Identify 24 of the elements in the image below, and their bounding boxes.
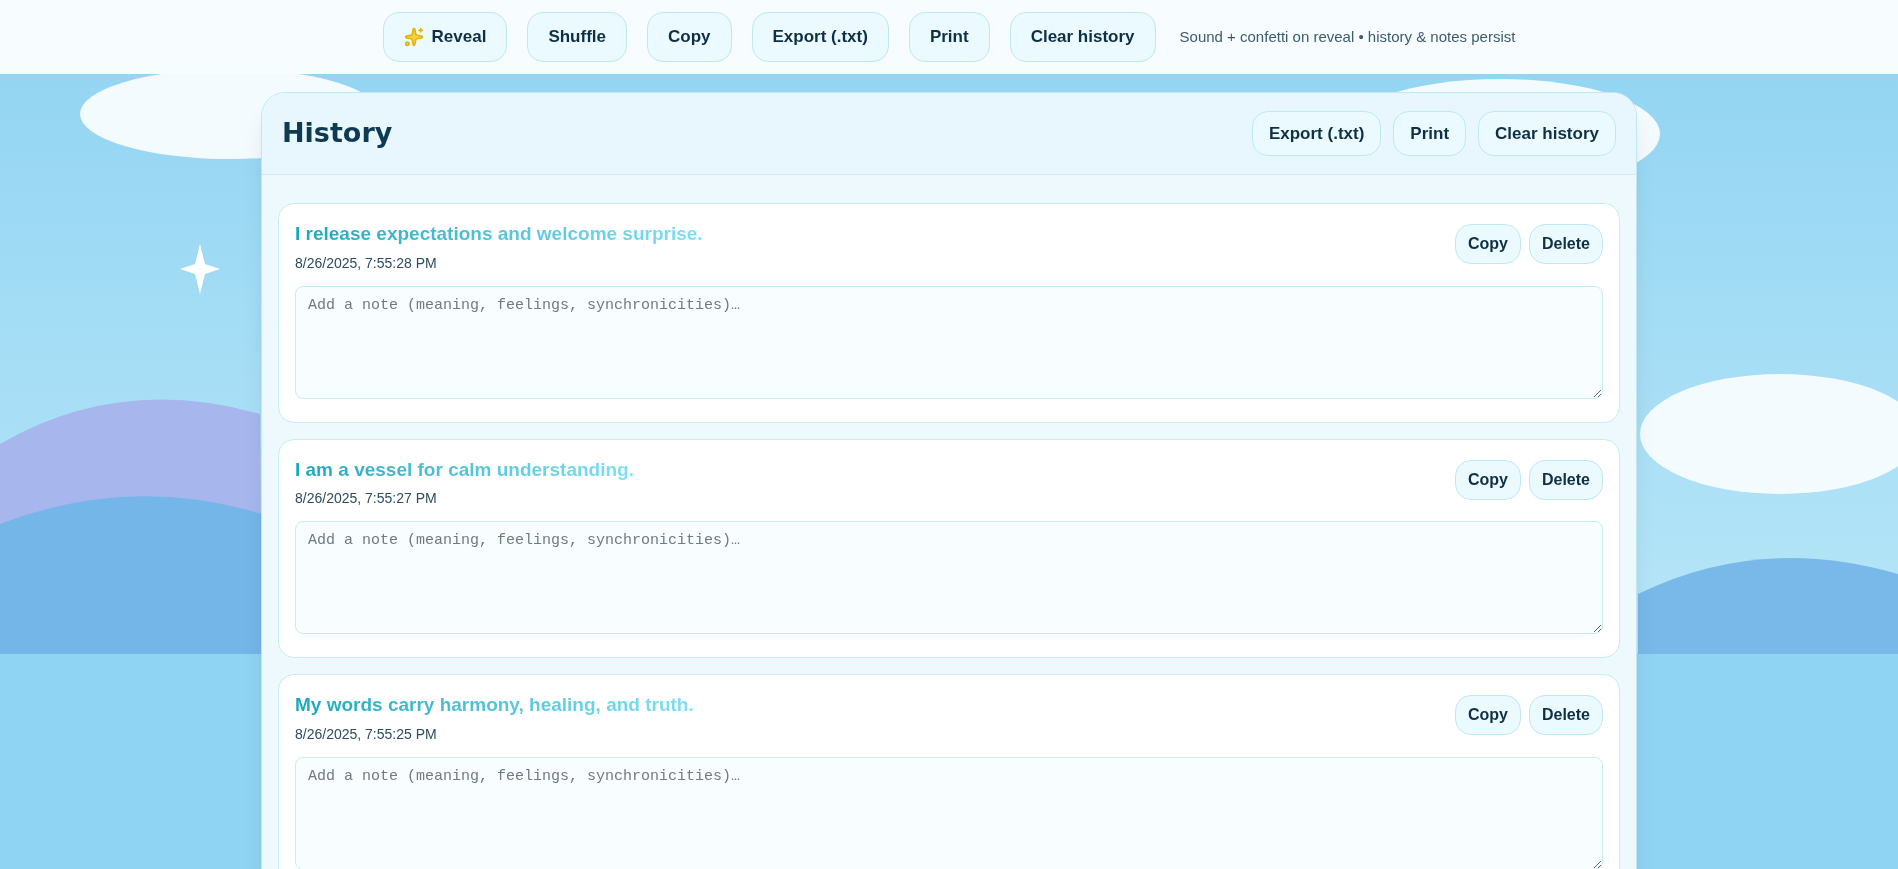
note-field[interactable]: Add a note (meaning, feelings, synchronicities)…: [295, 756, 1603, 869]
reveal-button[interactable]: Reveal: [382, 12, 508, 62]
toolbar-button[interactable]: Export (.txt): [751, 12, 889, 62]
note-field[interactable]: Add a note (meaning, feelings, synchronicities)…: [295, 521, 1603, 634]
timestamp: 8/26/2025, 7:55:27 PM: [295, 489, 438, 508]
status-note: Sound + confetti on reveal • history & notes persist: [1179, 26, 1516, 47]
toolbar-button[interactable]: Copy: [647, 12, 732, 62]
card-button[interactable]: Delete: [1528, 459, 1603, 500]
card-button[interactable]: Delete: [1528, 695, 1603, 735]
card-button[interactable]: Copy: [1454, 224, 1521, 264]
toolbar-button[interactable]: Clear history: [1009, 12, 1156, 62]
panel-title: History: [282, 116, 393, 151]
timestamp: 8/26/2025, 7:55:25 PM: [295, 724, 438, 744]
panel-button[interactable]: Export (.txt): [1251, 111, 1382, 156]
timestamp: 8/26/2025, 7:55:28 PM: [295, 253, 438, 273]
toolbar-button[interactable]: Print: [908, 12, 990, 62]
panel-button[interactable]: Clear history: [1478, 111, 1616, 156]
panel-button[interactable]: Print: [1393, 111, 1467, 156]
card-button[interactable]: Copy: [1454, 459, 1521, 500]
card-button[interactable]: Delete: [1528, 224, 1603, 264]
card-button[interactable]: Copy: [1454, 695, 1521, 735]
note-field[interactable]: Add a note (meaning, feelings, synchronicities)…: [295, 285, 1603, 399]
sparkles-icon: [403, 27, 424, 47]
toolbar-button[interactable]: Shuffle: [527, 12, 627, 62]
